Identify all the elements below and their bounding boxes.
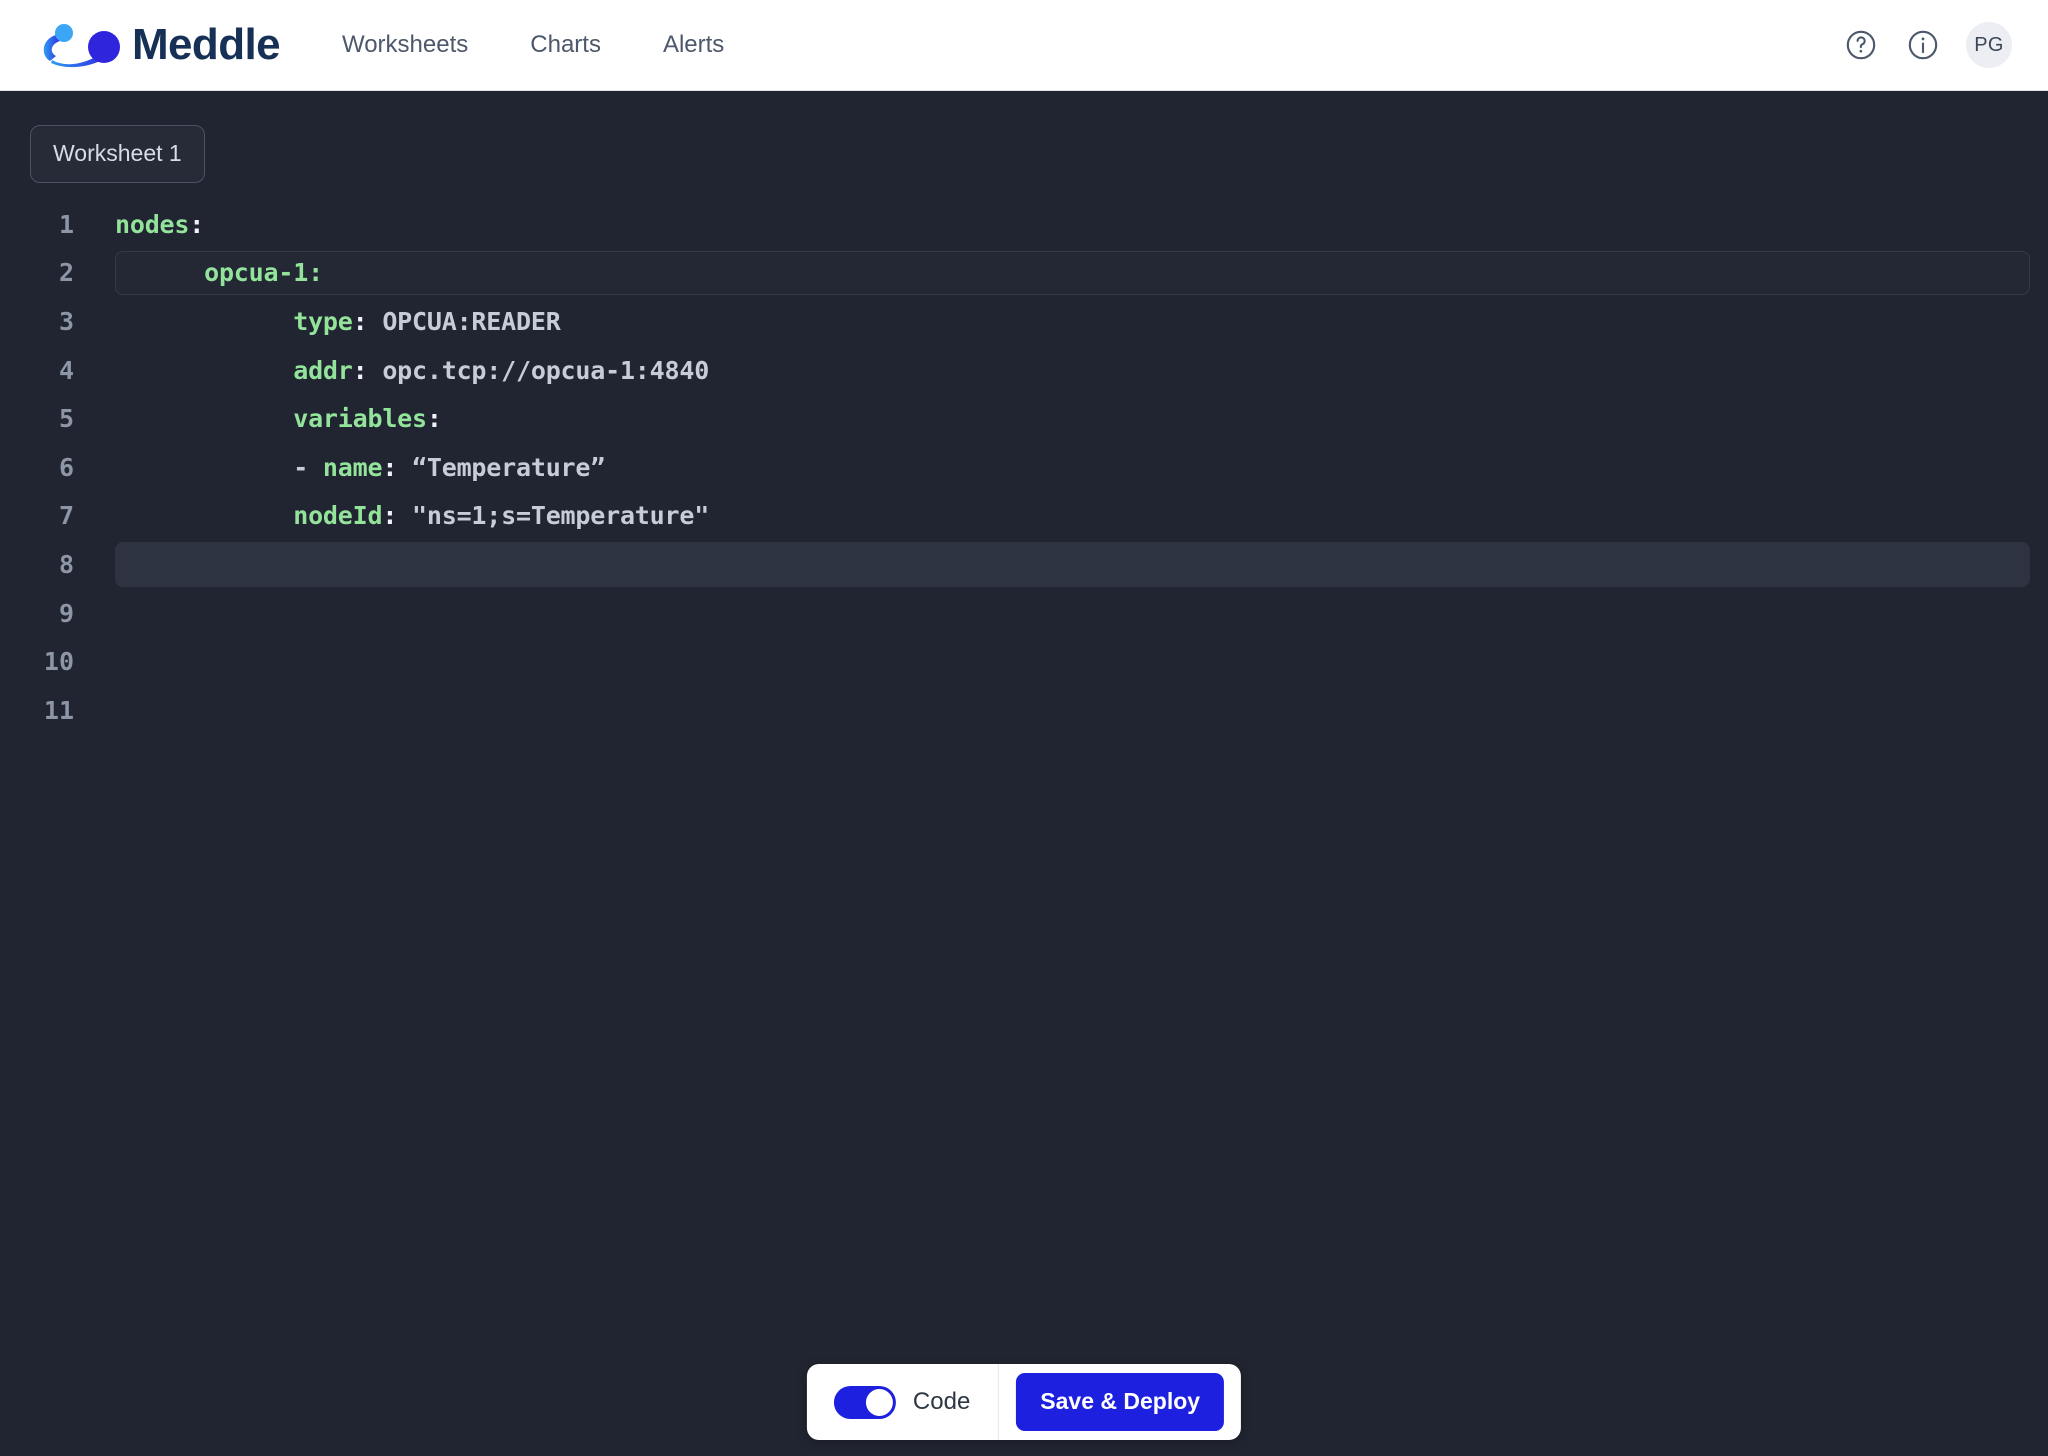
editor-bottom-toolbar: Code Save & Deploy [806, 1364, 1242, 1440]
worksheet-tab-1[interactable]: Worksheet 1 [30, 125, 205, 183]
line-number: 6 [58, 452, 74, 482]
main-nav: Worksheets Charts Alerts [342, 23, 724, 67]
code-line[interactable]: 7 nodeId: "ns=1;s=Temperature" [0, 492, 2048, 541]
nav-link-alerts[interactable]: Alerts [663, 23, 724, 67]
code-line-text: variables: [293, 404, 442, 434]
code-line[interactable]: 4 addr: opc.tcp://opcua-1:4840 [0, 346, 2048, 395]
line-number: 7 [58, 501, 74, 531]
code-line-text: opcua-1: [204, 258, 323, 288]
code-toggle-group: Code [807, 1364, 1000, 1440]
info-button[interactable] [1904, 26, 1942, 64]
app-header: Meddle Worksheets Charts Alerts PG [0, 0, 2048, 91]
line-number: 10 [43, 647, 74, 677]
code-line-text: nodes: [115, 209, 205, 239]
code-line-text [88, 550, 2048, 579]
code-toggle-label: Code [912, 1388, 971, 1415]
code-line[interactable]: 5 variables: [0, 394, 2048, 443]
deploy-group: Save & Deploy [999, 1364, 1241, 1440]
header-actions: PG [1842, 22, 2012, 68]
code-line[interactable]: 1 nodes: [0, 200, 2048, 249]
line-number: 2 [58, 258, 74, 288]
save-and-deploy-button[interactable]: Save & Deploy [1016, 1373, 1225, 1431]
code-line-text: addr: opc.tcp://opcua-1:4840 [293, 355, 710, 385]
code-line[interactable]: 11 [0, 686, 2048, 735]
line-number: 4 [58, 355, 74, 385]
toggle-knob [865, 1388, 893, 1416]
line-number: 1 [58, 209, 74, 239]
help-button[interactable] [1842, 26, 1880, 64]
nav-link-charts[interactable]: Charts [530, 23, 601, 67]
question-circle-icon [1846, 30, 1876, 60]
code-line-text: type: OPCUA:READER [293, 306, 561, 336]
brand-wordmark: Meddle [132, 20, 281, 69]
code-line[interactable]: 8 [0, 540, 2048, 589]
code-line[interactable]: 9 [0, 589, 2048, 638]
user-avatar[interactable]: PG [1966, 22, 2012, 68]
nav-link-worksheets[interactable]: Worksheets [342, 23, 468, 67]
code-line-text: nodeId: "ns=1;s=Temperature" [293, 501, 710, 531]
yaml-code-editor[interactable]: 1 nodes: 2 opcua-1: 3 type: OPCUA:READER 4 a… [0, 200, 2048, 1310]
worksheet-tabstrip: Worksheet 1 [0, 91, 2048, 183]
meddle-comet-logo-icon [43, 24, 120, 68]
line-number: 11 [43, 695, 74, 725]
code-line[interactable]: 3 type: OPCUA:READER [0, 297, 2048, 346]
code-mode-toggle[interactable] [833, 1385, 896, 1419]
code-line[interactable]: 2 opcua-1: [0, 249, 2048, 298]
line-number: 9 [58, 598, 74, 628]
line-number: 8 [58, 549, 74, 579]
code-line-text: - name: “Temperature” [293, 452, 606, 482]
brand[interactable]: Meddle [32, 19, 281, 71]
code-line[interactable]: 10 [0, 637, 2048, 686]
line-number: 5 [58, 404, 74, 434]
code-line[interactable]: 6 - name: “Temperature” [0, 443, 2048, 492]
app-root: Meddle Worksheets Charts Alerts PG Works… [0, 0, 2048, 1456]
line-number: 3 [58, 306, 74, 336]
info-circle-icon [1908, 30, 1938, 60]
